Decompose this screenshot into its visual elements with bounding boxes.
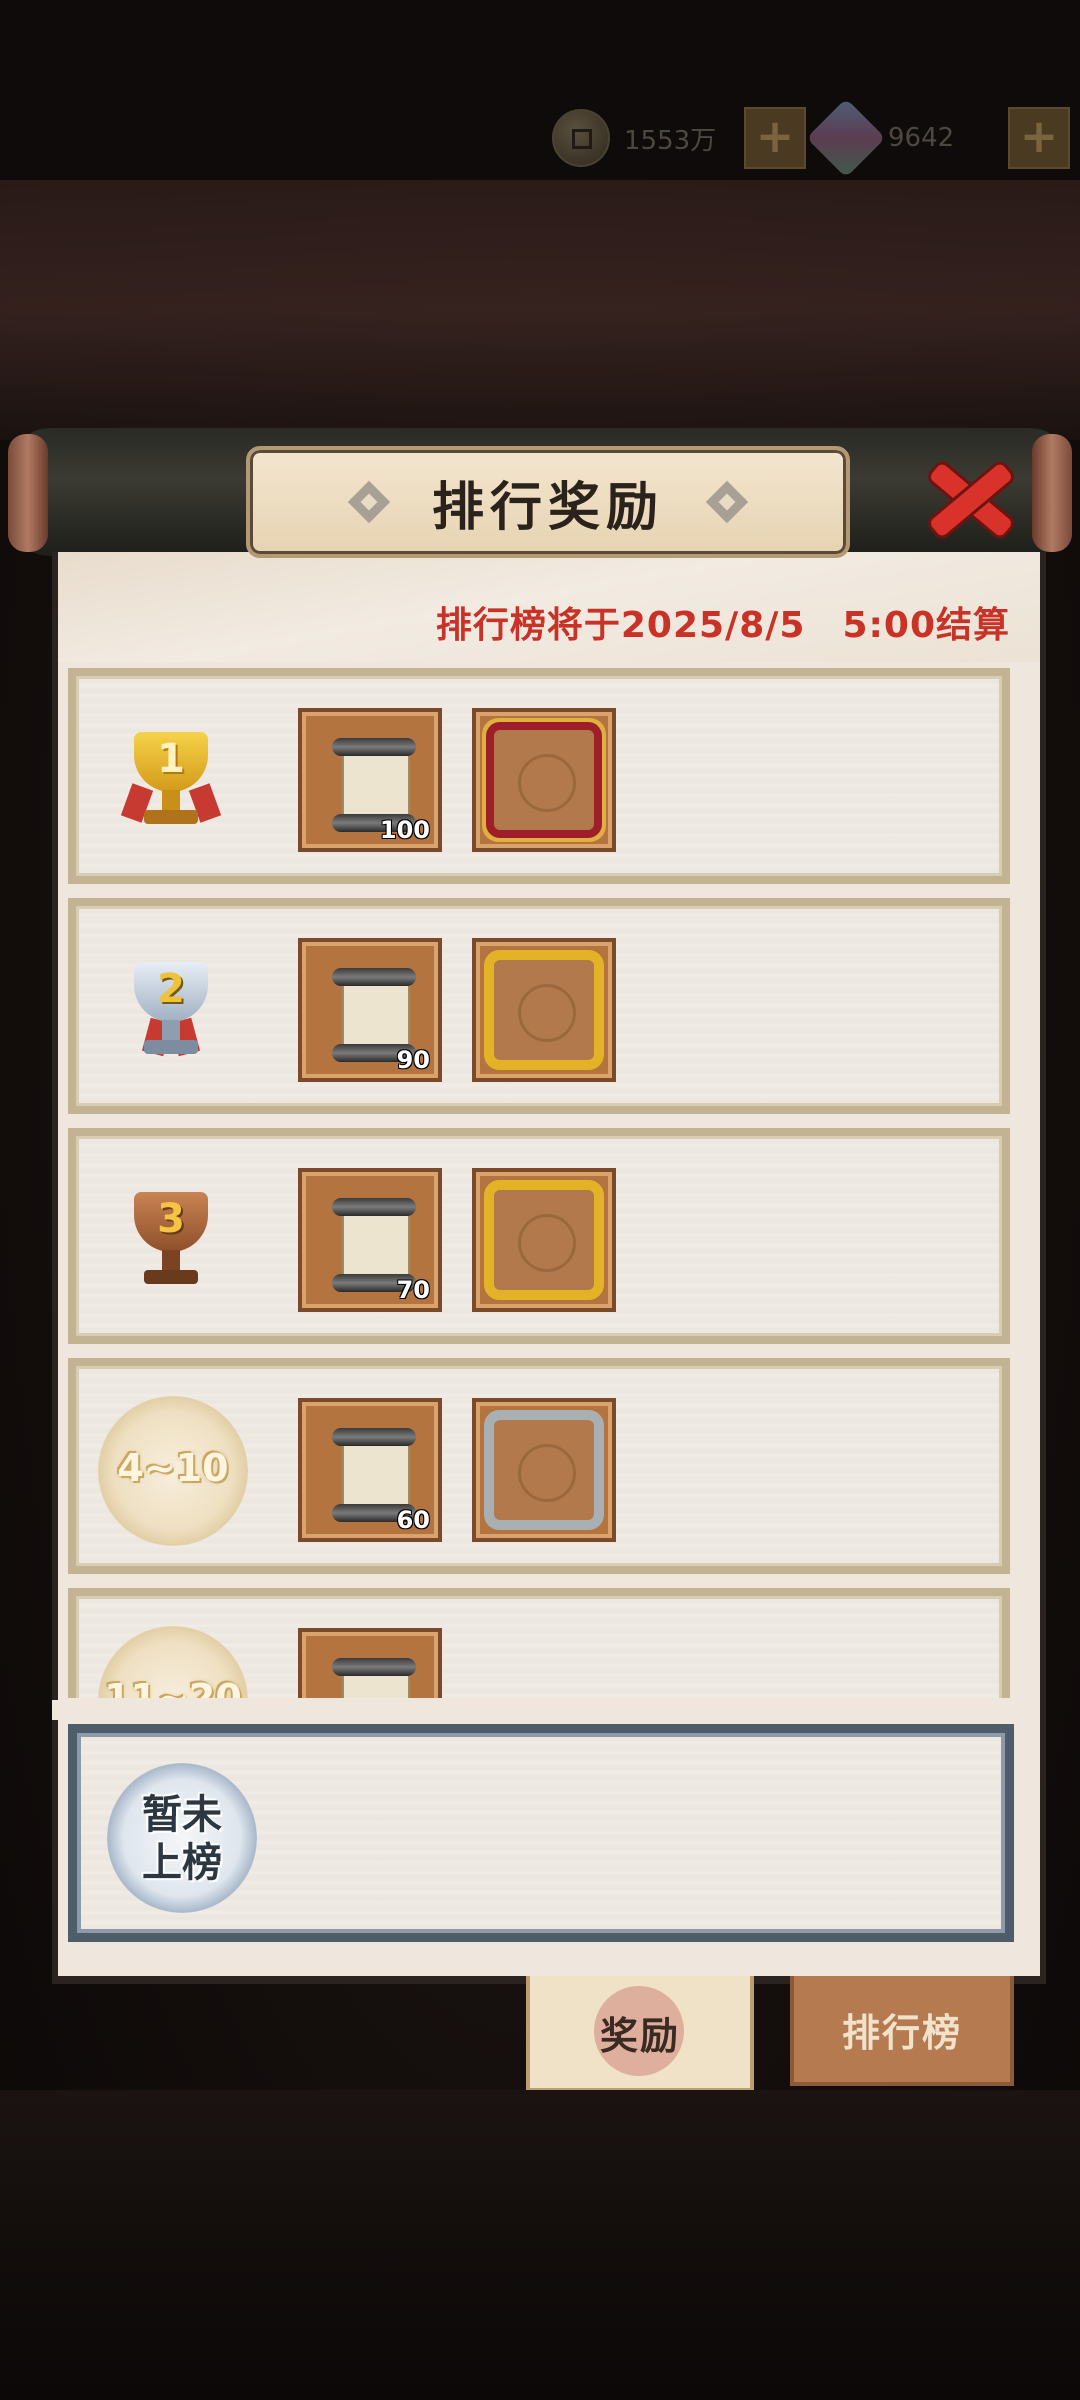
- reward-item-scroll[interactable]: [298, 1628, 442, 1698]
- add-gems-button[interactable]: +: [1008, 107, 1070, 169]
- trophy-base: [144, 1270, 198, 1284]
- avatar-frame-silver-icon: [494, 1420, 594, 1520]
- silver-trophy-icon: 2: [116, 954, 226, 1064]
- gem-icon: [806, 98, 886, 178]
- coin-counter: 1553万 +: [552, 107, 806, 169]
- scroll-roll-top: [332, 968, 416, 986]
- gold-trophy-icon: 1: [116, 724, 226, 834]
- flower-rank-badge-icon: 4~10: [98, 1396, 248, 1546]
- reward-item-scroll[interactable]: 60: [298, 1398, 442, 1542]
- panel-title: 排行奖励: [431, 477, 664, 538]
- reward-item-frame[interactable]: [472, 1398, 616, 1542]
- reward-item-frame[interactable]: [472, 708, 616, 852]
- gem-value: 9642: [888, 123, 955, 153]
- add-coins-button[interactable]: +: [744, 107, 806, 169]
- rank-number: 3: [157, 1196, 185, 1242]
- avatar-frame-gold-icon: [494, 1190, 594, 1290]
- scroll-paper: [342, 1208, 410, 1284]
- item-quantity: 90: [396, 1046, 430, 1074]
- reward-row-2: 2 90: [68, 898, 1010, 1114]
- item-quantity: 100: [379, 816, 430, 844]
- reward-row-1: 1 100: [68, 668, 1010, 884]
- avatar-frame-red-icon: [494, 730, 594, 830]
- avatar-frame-gold-icon: [494, 960, 594, 1060]
- reward-item-scroll[interactable]: 100: [298, 708, 442, 852]
- reward-item-scroll[interactable]: 70: [298, 1168, 442, 1312]
- flower-rank-badge-icon: 11~20: [98, 1626, 248, 1698]
- item-quantity: 70: [396, 1276, 430, 1304]
- shuriken-icon: [347, 480, 391, 524]
- scroll-roll-top: [332, 1198, 416, 1216]
- rank-range: 4~10: [117, 1446, 229, 1490]
- rank-range: 11~20: [104, 1676, 242, 1698]
- reward-item-frame[interactable]: [472, 1168, 616, 1312]
- tab-rewards-label: 奖励: [599, 2013, 680, 2058]
- coin-value: 1553万: [624, 125, 717, 156]
- rank-number: 2: [157, 966, 185, 1012]
- trophy-stem: [162, 790, 180, 812]
- bronze-trophy-icon: 3: [116, 1184, 226, 1294]
- rod-cap-left: [8, 434, 48, 552]
- scroll-paper: [342, 1438, 410, 1514]
- title-plaque: 排行奖励: [246, 446, 850, 558]
- tab-leaderboard[interactable]: 排行榜: [790, 1976, 1014, 2086]
- trophy-base: [144, 1040, 198, 1054]
- close-button[interactable]: [918, 446, 1022, 550]
- player-rank-row: 暂未上榜: [68, 1724, 1014, 1942]
- scroll-paper: [342, 978, 410, 1054]
- tab-leaderboard-label: 排行榜: [841, 2010, 962, 2055]
- scroll-roll-top: [332, 1658, 416, 1676]
- trophy-stem: [162, 1250, 180, 1272]
- coin-icon: [552, 109, 610, 167]
- reward-row-3: 3 70: [68, 1128, 1010, 1344]
- rank-number: 1: [157, 736, 185, 782]
- scroll-paper: [342, 748, 410, 824]
- trophy-stem: [162, 1020, 180, 1042]
- tab-rewards[interactable]: 奖励: [526, 1976, 754, 2092]
- scroll-icon: [324, 1650, 424, 1698]
- gem-counter: 9642 +: [806, 98, 1070, 178]
- reward-item-frame[interactable]: [472, 938, 616, 1082]
- dimmed-background: [0, 180, 1080, 440]
- trophy-base: [144, 810, 198, 824]
- scroll-roll-top: [332, 738, 416, 756]
- rod-cap-right: [1032, 434, 1072, 552]
- list-fade-mask: [52, 1700, 1034, 1720]
- unranked-status: 暂未上榜: [142, 1792, 222, 1886]
- unranked-badge-icon: 暂未上榜: [107, 1763, 257, 1913]
- scroll-roll-top: [332, 1428, 416, 1446]
- reward-row-4: 4~10 60: [68, 1358, 1010, 1574]
- dimmed-background-bottom: [0, 2090, 1080, 2400]
- settlement-notice: 排行榜将于2025/8/5 5:00结算: [435, 605, 1010, 646]
- reward-row-5: 11~20: [68, 1588, 1010, 1698]
- item-quantity: 60: [396, 1506, 430, 1534]
- reward-list[interactable]: 1 100 2 90 3 70 4~10 60 11~20: [68, 668, 1012, 1698]
- shuriken-icon: [705, 480, 749, 524]
- top-bar: 1553万 + 9642 +: [0, 0, 1080, 180]
- reward-item-scroll[interactable]: 90: [298, 938, 442, 1082]
